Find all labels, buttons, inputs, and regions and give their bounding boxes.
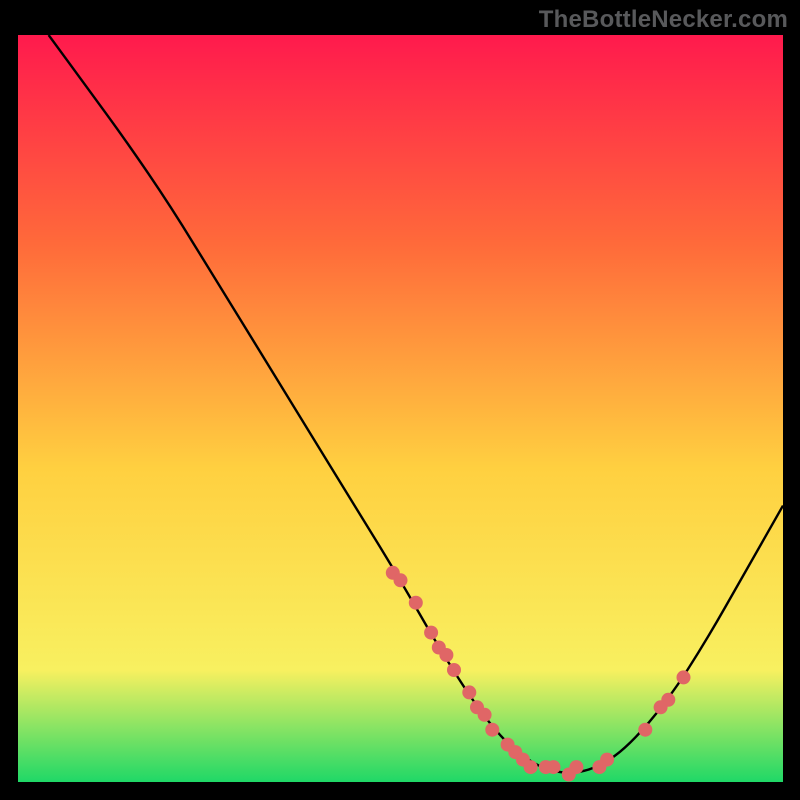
chart-frame: TheBottleNecker.com [0, 0, 800, 800]
data-marker [439, 648, 453, 662]
data-marker [485, 723, 499, 737]
data-marker [478, 708, 492, 722]
bottleneck-curve-chart [18, 35, 783, 782]
data-marker [409, 596, 423, 610]
data-marker [677, 670, 691, 684]
data-marker [524, 760, 538, 774]
data-marker [447, 663, 461, 677]
data-marker [462, 685, 476, 699]
attribution-text: TheBottleNecker.com [539, 6, 788, 34]
plot-area [18, 35, 783, 782]
data-marker [661, 693, 675, 707]
gradient-background [18, 35, 783, 782]
data-marker [638, 723, 652, 737]
data-marker [547, 760, 561, 774]
data-marker [569, 760, 583, 774]
data-marker [394, 573, 408, 587]
data-marker [424, 626, 438, 640]
data-marker [600, 753, 614, 767]
